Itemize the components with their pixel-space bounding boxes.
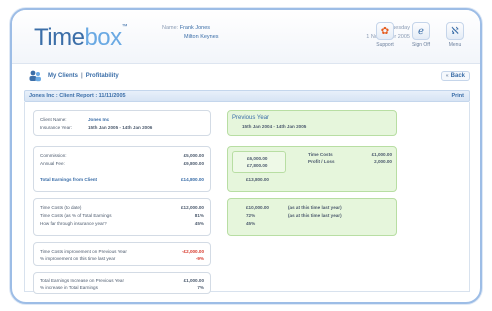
previous-year-time-costs: £10,000.00 (as at this time last year) 7… <box>227 198 397 236</box>
user-name: Frank Jones <box>179 25 210 31</box>
insurance-year-value: 15th Jan 2005 - 14th Jan 2006 <box>88 125 153 130</box>
earnings-increase-card: Total Earnings Increase on Previous Year… <box>33 272 211 294</box>
previous-year-header: Previous Year 15th Jan 2004 - 14th Jan 2… <box>227 110 397 136</box>
previous-year-fees-box: £6,000.00 £7,800.00 <box>232 151 286 173</box>
print-link[interactable]: Print <box>451 93 464 99</box>
menu-button[interactable]: ℵ Menu <box>444 22 466 48</box>
client-name-value: Jones Inc <box>88 117 110 122</box>
support-icon: ✿ <box>376 22 394 40</box>
previous-year-earnings: £6,000.00 £7,800.00 Time Costs £1,000.00… <box>227 146 397 192</box>
time-costs-card: Time Costs (to date) £12,000.00 Time Cost… <box>33 198 211 236</box>
day-text: Tuesday <box>389 25 410 31</box>
my-clients-link[interactable]: My Clients <box>48 73 78 79</box>
improvement-card: Time Costs improvement on Previous Year -… <box>33 242 211 266</box>
user-info: Name: Frank Jones Milton Keynes <box>162 24 219 42</box>
sign-off-button[interactable]: ℯ Sign Off <box>410 22 432 48</box>
client-card: Client Name: Jones Inc Insurance Year: 1… <box>33 110 211 136</box>
earnings-card: Commission: £5,000.00 Annual Fee: £9,800.0… <box>33 146 211 192</box>
support-label: Support <box>376 42 394 48</box>
nav-bar: My Clients | Profitability «Back <box>24 70 470 86</box>
profitability-link[interactable]: Profitability <box>86 73 119 79</box>
app-frame: Timebox™ Name: Frank Jones Milton Keynes… <box>10 8 482 304</box>
name-label: Name: <box>162 25 179 31</box>
previous-year-title: Previous Year <box>232 115 270 121</box>
report-panel: Client Name: Jones Inc Insurance Year: 1… <box>24 102 470 294</box>
support-button[interactable]: ✿ Support <box>374 22 396 48</box>
report-title: Jones Inc : Client Report : 11/11/2005 <box>29 93 126 99</box>
back-button[interactable]: «Back <box>440 71 470 81</box>
previous-year-dates: 15th Jan 2004 - 14th Jan 2005 <box>242 124 307 129</box>
company-name: Milton Keynes <box>184 34 219 40</box>
back-arrow-icon: « <box>445 73 449 79</box>
menu-icon: ℵ <box>446 22 464 40</box>
timebox-logo: Timebox™ <box>34 24 128 51</box>
menu-label: Menu <box>448 42 462 48</box>
breadcrumb: My Clients | Profitability <box>48 73 119 79</box>
clients-icon <box>29 70 41 82</box>
date-info: Tuesday 1 November 2005 <box>330 24 410 42</box>
report-title-bar: Jones Inc : Client Report : 11/11/2005 P… <box>24 90 470 102</box>
header: Timebox™ Name: Frank Jones Milton Keynes… <box>12 10 480 64</box>
sign-off-icon: ℯ <box>412 22 430 40</box>
sign-off-label: Sign Off <box>412 42 430 48</box>
date-text: 1 November 2005 <box>366 34 410 40</box>
